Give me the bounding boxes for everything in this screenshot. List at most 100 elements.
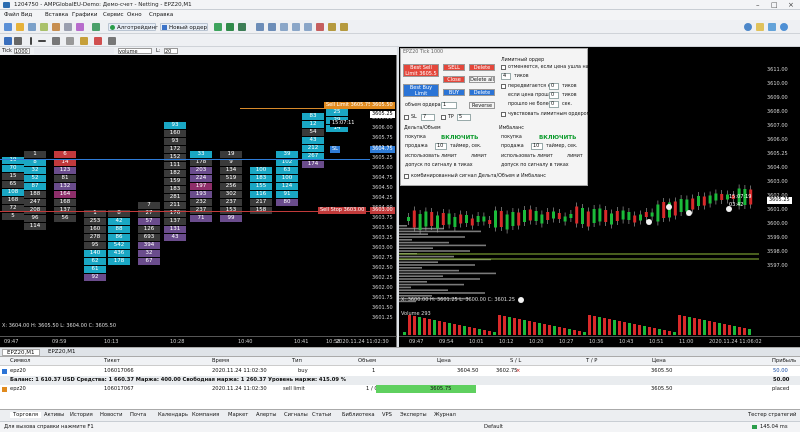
col-profit[interactable]: Прибыль xyxy=(772,357,796,366)
trailing-check[interactable] xyxy=(501,112,506,117)
notifications-icon[interactable] xyxy=(756,23,764,31)
chart-buttons[interactable] xyxy=(34,48,114,54)
zoom-out-icon[interactable] xyxy=(268,23,276,31)
col-cur-price[interactable]: Цена xyxy=(652,357,666,366)
imb-timer-input[interactable]: 10 xyxy=(531,143,543,150)
bottom-tab[interactable]: Статьи xyxy=(312,412,331,418)
bottom-tab[interactable]: Компания xyxy=(192,412,219,418)
limit-label[interactable]: лимит xyxy=(471,154,487,159)
cluster-chart[interactable]: Tick 1000 volume L: 20 19 70 15 65 108 168 72 5… xyxy=(0,47,397,347)
bar-chart-icon[interactable] xyxy=(214,23,222,31)
scroll-icon[interactable] xyxy=(292,23,300,31)
tester-tab[interactable]: Тестер стратегий xyxy=(748,412,796,418)
sell-stop-badge[interactable]: Sell Stop 3603.00 xyxy=(318,207,367,214)
trailing-1-input[interactable]: 4 xyxy=(501,73,511,80)
editor-icon[interactable] xyxy=(92,23,100,31)
chart-tab-1[interactable]: EPZ20,M1 xyxy=(2,349,40,356)
col-tp[interactable]: T / P xyxy=(586,357,597,366)
sl-checkbox[interactable] xyxy=(404,115,409,120)
sl-input[interactable]: 7 xyxy=(421,114,435,121)
trend-line-icon[interactable] xyxy=(52,37,60,45)
indicators-icon[interactable] xyxy=(316,23,324,31)
col-type[interactable]: Тип xyxy=(292,357,302,366)
candle-chart-icon[interactable] xyxy=(226,23,234,31)
use-limit-label[interactable]: использовать лимит xyxy=(405,154,457,159)
horizontal-line-icon[interactable] xyxy=(38,40,46,42)
search-icon[interactable] xyxy=(780,23,788,31)
sell-radio[interactable]: продажа xyxy=(405,144,428,149)
bottom-tab[interactable]: Библиотека xyxy=(342,412,375,418)
imb-buy-radio[interactable]: покупка xyxy=(501,135,522,140)
fibo-icon[interactable] xyxy=(80,37,88,45)
bottom-tab[interactable]: История xyxy=(70,412,93,418)
imb-sell-radio[interactable]: продажа xyxy=(501,144,524,149)
new-chart-icon[interactable] xyxy=(4,23,12,31)
line-chart-icon[interactable] xyxy=(238,23,246,31)
profiles-icon[interactable] xyxy=(16,23,24,31)
sell-button[interactable]: SELL xyxy=(443,64,465,71)
trailing-4-input[interactable]: 0 xyxy=(549,101,559,108)
l-input[interactable]: 20 xyxy=(164,48,178,55)
col-time[interactable]: Время xyxy=(212,357,229,366)
enable-imbalance-button[interactable]: ВКЛЮЧИТЬ xyxy=(539,135,576,141)
bottom-tab[interactable]: Маркет xyxy=(228,412,248,418)
col-sl[interactable]: S / L xyxy=(510,357,521,366)
tick-input[interactable]: 1000 xyxy=(14,48,30,55)
buy-radio[interactable]: покупка xyxy=(405,135,426,140)
sell-limit-badge[interactable]: Sell Limit 3605.75 xyxy=(324,102,374,109)
navigator-icon[interactable] xyxy=(52,23,60,31)
chart-tab-2[interactable]: EPZ20,M1 xyxy=(44,349,80,356)
volume-input[interactable]: 1 xyxy=(441,102,457,109)
cell-sl[interactable]: 3602.75 xyxy=(496,367,517,376)
shift-icon[interactable] xyxy=(304,23,312,31)
channel-icon[interactable] xyxy=(66,37,74,45)
new-order-button[interactable]: Новый ордер xyxy=(160,23,208,31)
menu-view[interactable]: Вид xyxy=(21,12,32,18)
reverse-button[interactable]: Reverse xyxy=(469,102,495,109)
bottom-tab[interactable]: Новости xyxy=(100,412,123,418)
menu-charts[interactable]: Графики xyxy=(72,12,97,18)
delete-buy-button[interactable]: Delete xyxy=(469,89,495,96)
vertical-line-icon[interactable] xyxy=(30,37,32,45)
col-symbol[interactable]: Символ xyxy=(10,357,30,366)
data-window-icon[interactable] xyxy=(40,23,48,31)
bottom-tab[interactable]: Эксперты xyxy=(400,412,427,418)
close-button[interactable]: Close xyxy=(443,76,465,83)
bottom-tab[interactable]: Активы xyxy=(44,412,64,418)
bottom-tab[interactable]: Журнал xyxy=(434,412,456,418)
trailing-2-checkbox[interactable] xyxy=(501,84,506,89)
bottom-tab[interactable]: Торговля xyxy=(10,412,42,418)
tester-icon[interactable] xyxy=(76,23,84,31)
buy-button[interactable]: BUY xyxy=(443,89,465,96)
menu-tools[interactable]: Сервис xyxy=(103,12,124,18)
col-price[interactable]: Цена xyxy=(437,357,451,366)
algo-trading-button[interactable]: Алготрейдинг xyxy=(108,23,158,31)
imb-use-limit-label[interactable]: использовать лимит xyxy=(501,154,553,159)
menu-file[interactable]: Файл xyxy=(4,12,19,18)
market-watch-icon[interactable] xyxy=(28,23,36,31)
imb-limit-label[interactable]: лимит xyxy=(567,154,583,159)
templates-icon[interactable] xyxy=(340,23,348,31)
tp-input[interactable]: 5 xyxy=(457,114,471,121)
combined-checkbox[interactable] xyxy=(404,174,409,179)
bottom-tab[interactable]: Почта xyxy=(130,412,146,418)
menu-insert[interactable]: Вставка xyxy=(45,12,68,18)
table-row[interactable]: epz20 106017066 2020.11.24 11:02:30 buy … xyxy=(0,367,800,376)
sl-badge[interactable]: SL xyxy=(330,146,340,153)
menu-window[interactable]: Окно xyxy=(127,12,142,18)
community-icon[interactable] xyxy=(768,23,776,31)
bottom-tab[interactable]: Алерты xyxy=(256,412,276,418)
trailing-1-checkbox[interactable] xyxy=(501,65,506,70)
bottom-tab[interactable]: VPS xyxy=(382,412,392,418)
table-row[interactable]: epz20 106017067 2020.11.24 11:02:30 sell… xyxy=(0,385,800,394)
trailing-3-input[interactable]: 0 xyxy=(549,92,559,99)
menu-help[interactable]: Справка xyxy=(149,12,173,18)
account-icon[interactable] xyxy=(744,23,752,31)
tile-icon[interactable] xyxy=(280,23,288,31)
col-volume[interactable]: Объем xyxy=(358,357,376,366)
trailing-2-input[interactable]: 0 xyxy=(549,83,559,90)
delete-sell-button[interactable]: Delete xyxy=(469,64,495,71)
best-sell-button[interactable]: Best Sell Limit 3605.5 xyxy=(403,64,439,77)
volume-select[interactable]: volume xyxy=(118,48,152,55)
shapes-icon[interactable] xyxy=(94,37,102,45)
